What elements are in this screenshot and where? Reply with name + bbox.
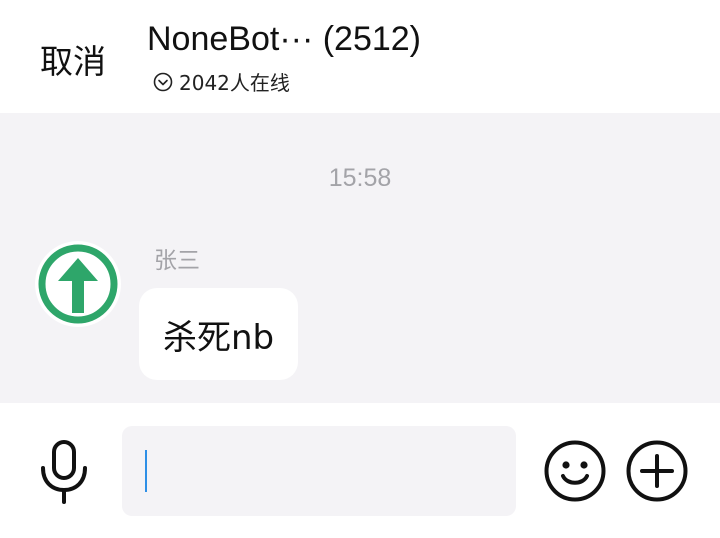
cancel-button[interactable]: 取消: [40, 35, 106, 83]
chevron-down-circle-icon: [153, 72, 173, 92]
smiley-icon: [544, 440, 606, 502]
microphone-icon: [41, 440, 87, 504]
message-input[interactable]: [122, 426, 516, 516]
avatar[interactable]: [35, 241, 121, 327]
chat-header: 取消 NoneBot··· (2512) 2042人在线: [0, 0, 720, 113]
message-list[interactable]: 15:58 张三 杀死nb: [0, 113, 720, 403]
text-cursor: [145, 450, 147, 492]
online-status[interactable]: 2042人在线: [153, 67, 290, 96]
group-title[interactable]: NoneBot··· (2512): [147, 20, 421, 59]
green-up-arrow-icon: [35, 241, 121, 327]
microphone-button[interactable]: [38, 440, 90, 504]
message-bubble[interactable]: 杀死nb: [139, 288, 299, 380]
message-timestamp: 15:58: [328, 164, 392, 192]
emoji-button[interactable]: [544, 440, 606, 502]
input-bar: [0, 403, 720, 538]
add-button[interactable]: [626, 440, 688, 502]
message-text: 杀死nb: [163, 317, 275, 358]
plus-circle-icon: [626, 440, 688, 502]
sender-name: 张三: [154, 248, 200, 274]
online-count: 2042人在线: [179, 71, 290, 95]
chat-screen: 取消 NoneBot··· (2512) 2042人在线 15:58 张三 杀死…: [0, 0, 720, 538]
